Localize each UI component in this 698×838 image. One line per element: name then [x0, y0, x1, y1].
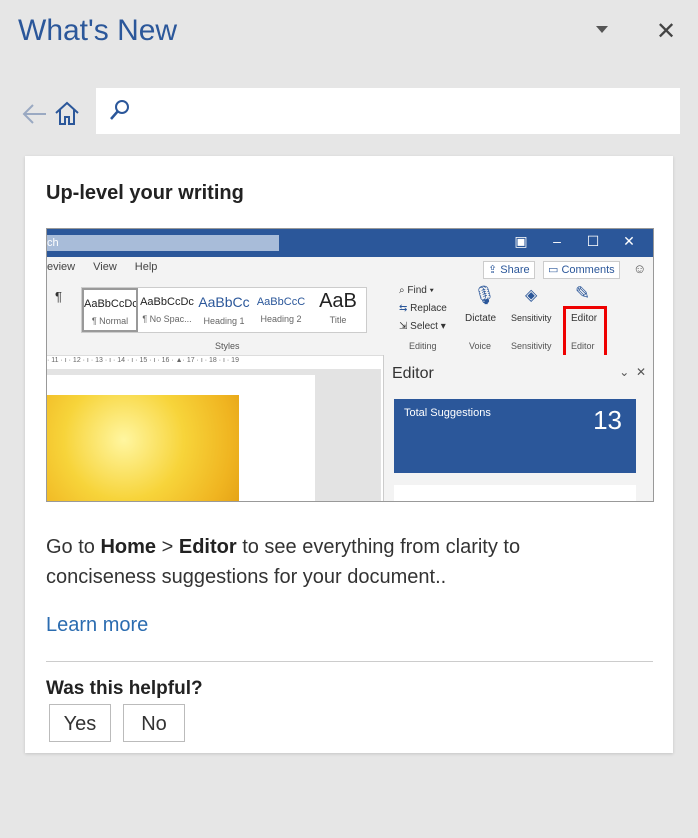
screenshot-tab-review: eview [47, 261, 76, 273]
microphone-icon: 🎙 [473, 285, 496, 305]
style-title: AaB Title [310, 288, 366, 332]
sensitivity-group-label: Sensitivity [511, 341, 552, 351]
back-arrow-icon[interactable] [20, 100, 48, 128]
style-sample: AaBbCcC [256, 296, 306, 308]
pane-title: What's New [18, 14, 178, 47]
window-close-icon: ✕ [623, 233, 635, 249]
style-heading-2: AaBbCcC Heading 2 [253, 288, 309, 332]
find-command: ⌕ Find ▾ [399, 285, 434, 296]
total-suggestions-panel: Total Suggestions 13 [394, 399, 636, 473]
sensitivity-label: Sensitivity [511, 313, 552, 323]
style-sample: AaBbCcDc [140, 296, 194, 308]
screenshot-page [47, 375, 315, 501]
pilcrow-icon: ¶ [55, 289, 62, 304]
yes-button[interactable]: Yes [49, 704, 111, 742]
search-input[interactable] [140, 96, 664, 128]
select-command: ⇲ Select ▾ [399, 321, 446, 332]
search-box[interactable] [96, 88, 680, 134]
editing-group-label: Editing [409, 341, 437, 351]
styles-group-label: Styles [215, 341, 240, 351]
dictate-label: Dictate [465, 313, 497, 324]
card-title: Up-level your writing [46, 182, 244, 204]
minimize-icon: – [553, 233, 561, 249]
feature-screenshot: ch ▣ – ☐ ✕ eview View Help ⇪ Share ▭ Comments… [46, 228, 654, 502]
total-suggestions-count: 13 [593, 405, 622, 435]
style-sample: AaB [319, 290, 357, 312]
screenshot-window-buttons: ▣ – ☐ ✕ [503, 233, 647, 250]
screenshot-share: ⇪ Share [483, 261, 535, 279]
screenshot-editor-pane: Editor ⌄ ✕ Total Suggestions 13 [383, 355, 653, 501]
screenshot-titlebar: ch ▣ – ☐ ✕ [47, 229, 653, 257]
style-name: Heading 1 [203, 316, 245, 326]
screenshot-search-fragment: ch [47, 235, 279, 251]
sensitivity-icon: ◈ [525, 287, 538, 304]
style-no-spacing: AaBbCcDc ¶ No Spac... [139, 288, 195, 332]
style-name: Title [329, 315, 347, 325]
screenshot-styles-gallery: AaBbCcDc ¶ Normal AaBbCcDc ¶ No Spac... … [81, 287, 367, 333]
learn-more-link[interactable]: Learn more [46, 614, 148, 637]
style-name: ¶ Normal [91, 316, 129, 326]
description-editor: Editor [178, 536, 237, 558]
screenshot-tabs: eview View Help [47, 261, 175, 273]
style-name: Heading 2 [260, 314, 302, 324]
screenshot-flower-image [47, 395, 239, 501]
screenshot-ruler: · 11 · ı · 12 · ı · 13 · ı · 14 · ı · 15… [47, 357, 239, 364]
editor-pen-icon: ✎ [575, 283, 591, 303]
style-normal: AaBbCcDc ¶ Normal [82, 288, 138, 332]
maximize-icon: ☐ [586, 233, 600, 249]
style-name: ¶ No Spac... [142, 314, 192, 324]
helpful-question: Was this helpful? [46, 678, 203, 699]
close-icon[interactable]: ✕ [652, 18, 680, 46]
find-label: Find [407, 285, 427, 296]
screenshot-comments-label: Comments [561, 264, 615, 276]
smiley-icon: ☺ [633, 261, 647, 276]
screenshot-editor-controls: ⌄ ✕ [619, 365, 646, 379]
total-suggestions-label: Total Suggestions [404, 407, 491, 419]
replace-command: ⇆ Replace [399, 303, 447, 314]
screenshot-editor-list [394, 485, 636, 501]
pane-options-dropdown-icon[interactable] [596, 26, 608, 33]
replace-label: Replace [410, 303, 447, 314]
divider [46, 661, 653, 662]
style-sample: AaBbCcDc [84, 298, 136, 310]
screenshot-document [47, 369, 381, 501]
voice-group-label: Voice [469, 341, 492, 351]
screenshot-ribbon: eview View Help ⇪ Share ▭ Comments ☺ ¶ AaB… [47, 257, 653, 382]
select-label: Select [410, 321, 438, 332]
description-home: Home [100, 536, 157, 558]
screenshot-share-label: Share [500, 264, 530, 276]
description-separator: > [156, 536, 179, 558]
screenshot-tab-help: Help [134, 261, 158, 273]
screenshot-tab-view: View [93, 261, 117, 273]
style-sample: AaBbCc [198, 294, 250, 310]
search-icon [110, 100, 129, 120]
style-heading-1: AaBbCc Heading 1 [196, 288, 252, 332]
ribbon-display-icon: ▣ [514, 233, 528, 249]
home-icon[interactable] [52, 98, 82, 128]
screenshot-editor-title: Editor [392, 365, 434, 382]
description-prefix: Go to [46, 536, 101, 558]
no-button[interactable]: No [123, 704, 185, 742]
whats-new-card: Up-level your writing ch ▣ – ☐ ✕ eview View H… [25, 156, 673, 753]
screenshot-comments: ▭ Comments [543, 261, 620, 279]
feature-description: Go to Home > Editor to see everything fr… [46, 532, 626, 592]
